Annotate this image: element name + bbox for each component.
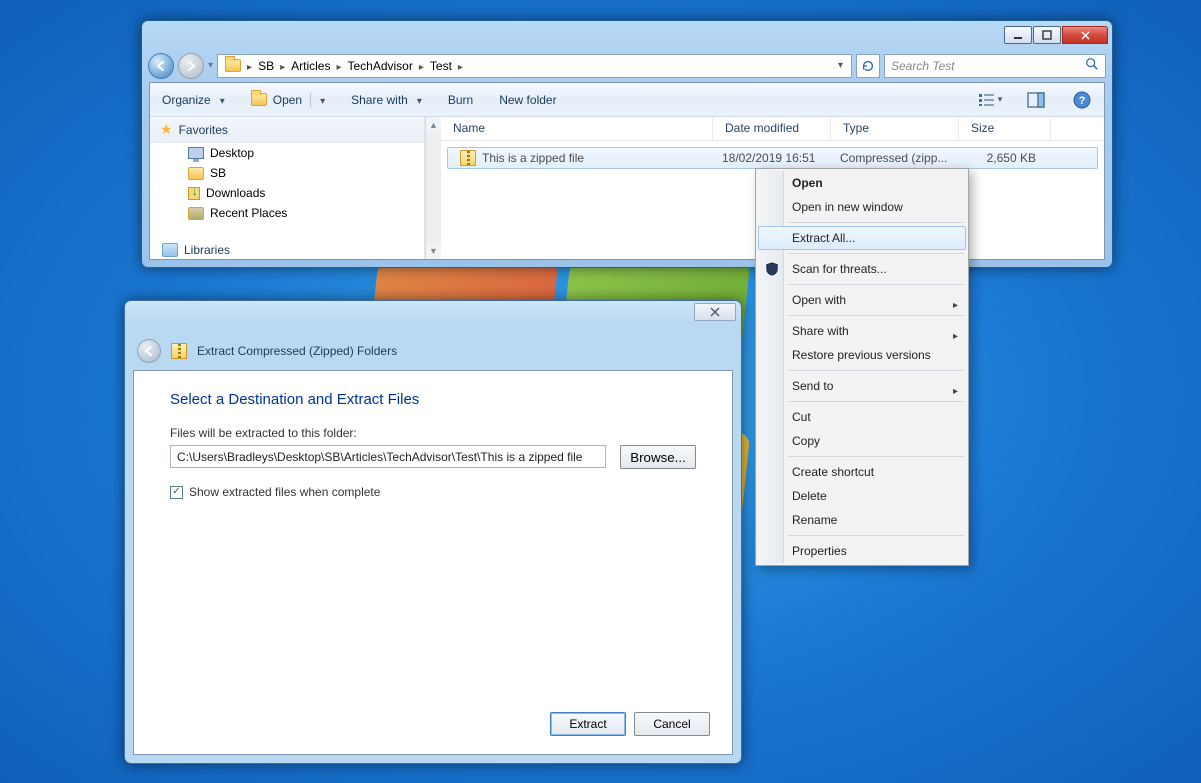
close-button[interactable] <box>1062 26 1108 44</box>
menu-rename[interactable]: Rename <box>758 508 966 532</box>
new-folder-button[interactable]: New folder <box>495 90 560 110</box>
nav-item-recent[interactable]: Recent Places <box>150 203 424 223</box>
view-options-button[interactable]: ▾ <box>976 88 1004 112</box>
search-icon <box>1085 57 1099 74</box>
open-button[interactable]: Open <box>247 90 329 110</box>
menu-separator <box>788 253 964 254</box>
col-name[interactable]: Name <box>441 117 713 140</box>
file-name: This is a zipped file <box>482 151 584 165</box>
menu-create-shortcut[interactable]: Create shortcut <box>758 460 966 484</box>
col-size[interactable]: Size <box>959 117 1051 140</box>
folder-icon <box>188 167 204 180</box>
menu-open[interactable]: Open <box>758 171 966 195</box>
folder-open-icon <box>251 93 267 106</box>
file-row-selected[interactable]: This is a zipped file 18/02/2019 16:51 C… <box>447 147 1098 169</box>
show-files-checkbox[interactable]: ✓ Show extracted files when complete <box>170 485 696 499</box>
svg-text:?: ? <box>1079 95 1086 107</box>
nav-back-button[interactable] <box>148 53 174 79</box>
extract-wizard-dialog: Extract Compressed (Zipped) Folders Sele… <box>124 300 742 764</box>
folder-icon <box>225 59 241 72</box>
menu-delete[interactable]: Delete <box>758 484 966 508</box>
breadcrumb-seg[interactable]: TechAdvisor <box>342 59 417 73</box>
nav-favorites-header[interactable]: ★Favorites <box>150 117 424 143</box>
breadcrumb-seg[interactable]: Articles <box>286 59 335 73</box>
menu-restore-versions[interactable]: Restore previous versions <box>758 343 966 367</box>
desktop-icon <box>188 147 204 159</box>
libraries-icon <box>162 243 178 257</box>
menu-share-with[interactable]: Share with <box>758 319 966 343</box>
menu-separator <box>788 370 964 371</box>
minimize-button[interactable] <box>1004 26 1032 44</box>
recent-icon <box>188 207 204 220</box>
menu-open-new-window[interactable]: Open in new window <box>758 195 966 219</box>
zip-file-icon <box>171 343 187 359</box>
preview-pane-button[interactable] <box>1022 88 1050 112</box>
address-bar[interactable]: SB Articles TechAdvisor Test ▾ <box>217 54 852 78</box>
organize-button[interactable]: Organize <box>158 90 229 110</box>
destination-label: Files will be extracted to this folder: <box>170 426 696 440</box>
scroll-up-icon[interactable]: ▲ <box>426 117 441 133</box>
nav-scrollbar[interactable]: ▲ ▼ <box>425 117 441 259</box>
zip-file-icon <box>460 150 476 166</box>
search-input[interactable]: Search Test <box>884 54 1106 78</box>
column-headers: Name Date modified Type Size <box>441 117 1104 141</box>
checkbox-label: Show extracted files when complete <box>189 485 380 499</box>
breadcrumb-seg[interactable]: SB <box>253 59 279 73</box>
dialog-close-button[interactable] <box>694 303 736 321</box>
navigation-pane: ★Favorites Desktop SB Downloads Recent P… <box>150 117 425 259</box>
menu-cut[interactable]: Cut <box>758 405 966 429</box>
menu-extract-all[interactable]: Extract All... <box>758 226 966 250</box>
nav-libraries-header[interactable]: Libraries <box>150 239 424 259</box>
downloads-icon <box>188 187 200 200</box>
col-date[interactable]: Date modified <box>713 117 831 140</box>
menu-copy[interactable]: Copy <box>758 429 966 453</box>
scroll-down-icon[interactable]: ▼ <box>426 243 441 259</box>
maximize-button[interactable] <box>1033 26 1061 44</box>
file-date: 18/02/2019 16:51 <box>716 151 834 165</box>
context-menu: Open Open in new window Extract All... S… <box>755 168 969 566</box>
menu-separator <box>788 535 964 536</box>
share-with-button[interactable]: Share with <box>347 90 426 110</box>
dialog-window-title: Extract Compressed (Zipped) Folders <box>197 344 397 358</box>
shield-icon <box>764 261 780 277</box>
nav-item-sb[interactable]: SB <box>150 163 424 183</box>
file-type: Compressed (zipp... <box>834 151 962 165</box>
menu-separator <box>788 284 964 285</box>
explorer-toolbar: Organize Open Share with Burn New folder… <box>150 83 1104 117</box>
addr-dropdown-icon[interactable]: ▾ <box>832 60 849 71</box>
star-icon: ★ <box>160 121 173 138</box>
destination-path-input[interactable] <box>170 445 606 468</box>
nav-item-downloads[interactable]: Downloads <box>150 183 424 203</box>
refresh-button[interactable] <box>856 54 880 78</box>
checkbox-icon: ✓ <box>170 486 183 499</box>
help-button[interactable]: ? <box>1068 88 1096 112</box>
col-type[interactable]: Type <box>831 117 959 140</box>
menu-separator <box>788 401 964 402</box>
menu-send-to[interactable]: Send to <box>758 374 966 398</box>
window-titlebar[interactable] <box>142 21 1112 49</box>
menu-separator <box>788 456 964 457</box>
menu-open-with[interactable]: Open with <box>758 288 966 312</box>
nav-forward-button[interactable] <box>178 53 204 79</box>
dialog-heading: Select a Destination and Extract Files <box>170 391 696 408</box>
menu-scan-threats[interactable]: Scan for threats... <box>758 257 966 281</box>
menu-properties[interactable]: Properties <box>758 539 966 563</box>
breadcrumb-seg[interactable]: Test <box>425 59 457 73</box>
nav-item-desktop[interactable]: Desktop <box>150 143 424 163</box>
dialog-back-button[interactable] <box>137 339 161 363</box>
search-placeholder: Search Test <box>891 59 955 73</box>
menu-separator <box>788 222 964 223</box>
dialog-titlebar[interactable] <box>125 301 741 331</box>
extract-button[interactable]: Extract <box>550 712 626 736</box>
menu-separator <box>788 315 964 316</box>
browse-button[interactable]: Browse... <box>620 445 696 469</box>
burn-button[interactable]: Burn <box>444 90 477 110</box>
cancel-button[interactable]: Cancel <box>634 712 710 736</box>
file-size: 2,650 KB <box>962 151 1042 165</box>
